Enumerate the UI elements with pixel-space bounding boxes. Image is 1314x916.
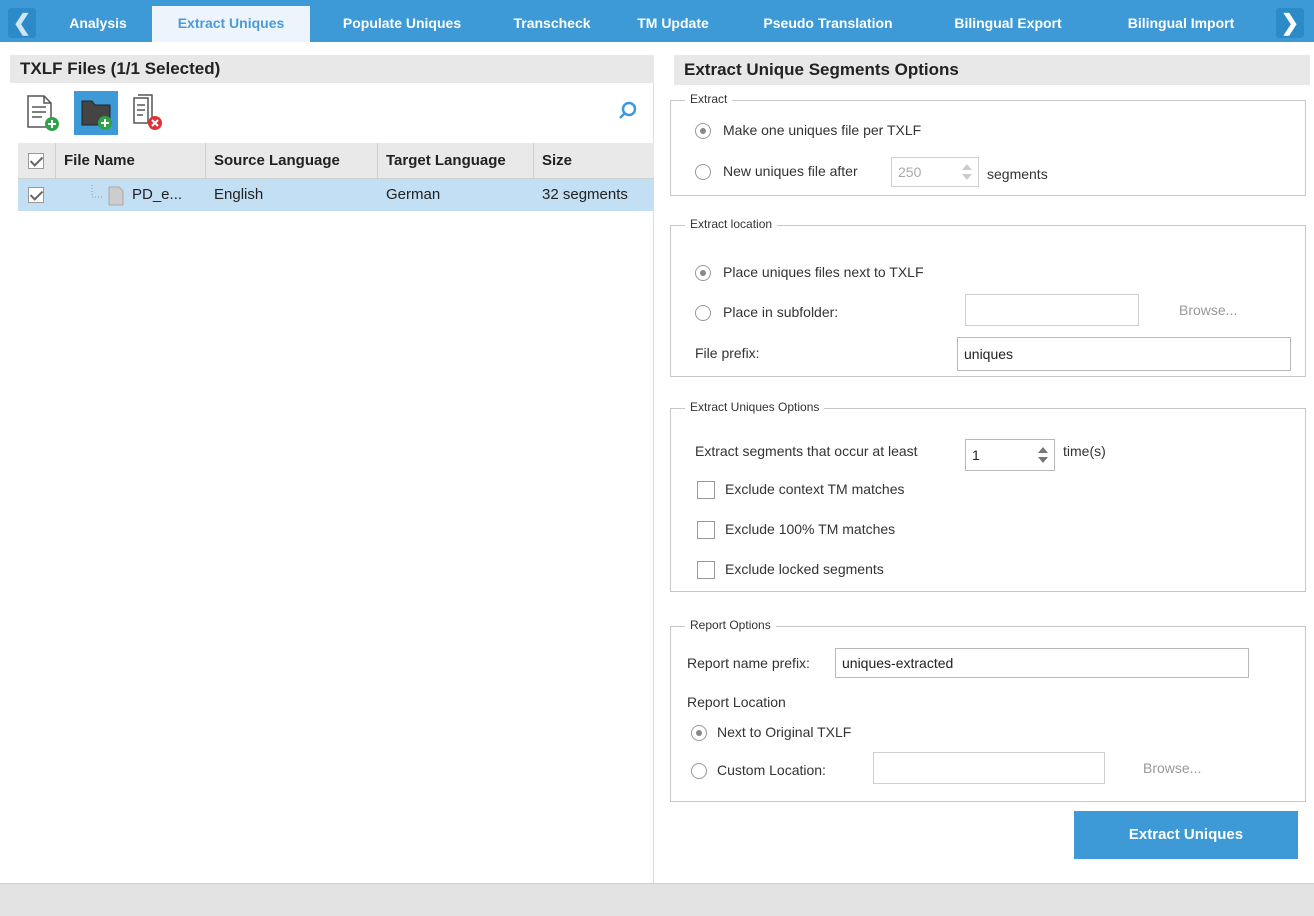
subfolder-browse-button[interactable]: Browse... bbox=[1179, 302, 1237, 318]
tab-analysis[interactable]: Analysis bbox=[46, 6, 150, 42]
add-file-button[interactable] bbox=[22, 91, 66, 135]
chevron-left-icon[interactable]: ❮ bbox=[8, 8, 36, 38]
row-checkbox[interactable] bbox=[28, 187, 44, 203]
spinner-icon[interactable] bbox=[962, 164, 972, 180]
uniques-options-legend: Extract Uniques Options bbox=[685, 400, 825, 414]
tree-line-icon bbox=[90, 179, 104, 211]
column-size[interactable]: Size bbox=[534, 143, 654, 179]
new-after-label: New uniques file after bbox=[723, 163, 858, 179]
tab-pseudo-translation[interactable]: Pseudo Translation bbox=[736, 6, 920, 42]
column-source-language[interactable]: Source Language bbox=[206, 143, 378, 179]
tab-populate-uniques[interactable]: Populate Uniques bbox=[312, 6, 492, 42]
tab-bar: ❮ Analysis Extract Uniques Populate Uniq… bbox=[0, 0, 1314, 42]
exclude-100-checkbox[interactable] bbox=[697, 521, 715, 539]
tab-tm-update[interactable]: TM Update bbox=[620, 6, 726, 42]
uniques-options-group: Extract Uniques Options Extract segments… bbox=[670, 400, 1306, 592]
tab-transcheck[interactable]: Transcheck bbox=[492, 6, 612, 42]
occur-stepper[interactable]: 1 bbox=[965, 439, 1055, 471]
next-to-txlf-radio[interactable] bbox=[695, 265, 711, 281]
report-prefix-label: Report name prefix: bbox=[687, 655, 810, 671]
next-to-original-radio[interactable] bbox=[691, 725, 707, 741]
search-icon bbox=[619, 101, 637, 119]
remove-file-icon bbox=[133, 94, 162, 130]
custom-location-label: Custom Location: bbox=[717, 762, 826, 778]
file-grid-header: File Name Source Language Target Languag… bbox=[18, 143, 654, 179]
segments-unit: segments bbox=[987, 166, 1048, 182]
report-location-label: Report Location bbox=[687, 694, 786, 710]
subfolder-label: Place in subfolder: bbox=[723, 304, 839, 320]
target-language-cell: German bbox=[386, 186, 441, 203]
new-after-radio[interactable] bbox=[695, 164, 711, 180]
next-to-original-label: Next to Original TXLF bbox=[717, 724, 852, 740]
extract-legend: Extract bbox=[685, 92, 733, 106]
source-language-cell: English bbox=[214, 186, 264, 203]
tab-more[interactable]: S bbox=[1268, 6, 1274, 42]
exclude-100-label: Exclude 100% TM matches bbox=[725, 521, 896, 537]
report-options-group: Report Options Report name prefix: uniqu… bbox=[670, 618, 1306, 802]
exclude-context-checkbox[interactable] bbox=[697, 481, 715, 499]
chevron-right-icon[interactable]: ❯ bbox=[1276, 8, 1304, 38]
tab-bilingual-export[interactable]: Bilingual Export bbox=[920, 6, 1096, 42]
segments-value: 250 bbox=[898, 164, 922, 180]
tab-bilingual-import[interactable]: Bilingual Import bbox=[1096, 6, 1266, 42]
file-icon bbox=[108, 179, 126, 211]
size-cell: 32 segments bbox=[542, 186, 628, 203]
tab-strip: Analysis Extract Uniques Populate Unique… bbox=[46, 6, 1274, 42]
select-all-cell bbox=[18, 143, 56, 179]
column-file-name[interactable]: File Name bbox=[56, 143, 206, 179]
status-bar bbox=[0, 883, 1314, 916]
tab-extract-uniques[interactable]: Extract Uniques bbox=[152, 6, 310, 42]
segments-stepper[interactable]: 250 bbox=[891, 157, 979, 187]
occur-value: 1 bbox=[972, 447, 980, 463]
exclude-locked-label: Exclude locked segments bbox=[725, 561, 884, 577]
table-row[interactable]: PD_e... English German 32 segments bbox=[18, 179, 654, 211]
extract-group: Extract Make one uniques file per TXLF N… bbox=[670, 92, 1306, 196]
file-name-cell: PD_e... bbox=[132, 186, 183, 203]
add-folder-button[interactable] bbox=[74, 91, 118, 135]
options-title: Extract Unique Segments Options bbox=[674, 55, 1310, 85]
one-per-txlf-radio[interactable] bbox=[695, 123, 711, 139]
one-per-txlf-label: Make one uniques file per TXLF bbox=[723, 122, 922, 138]
extract-location-group: Extract location Place uniques files nex… bbox=[670, 217, 1306, 377]
file-prefix-input[interactable]: uniques bbox=[957, 337, 1291, 371]
report-browse-button[interactable]: Browse... bbox=[1143, 760, 1201, 776]
extract-location-legend: Extract location bbox=[685, 217, 778, 231]
next-to-txlf-label: Place uniques files next to TXLF bbox=[723, 264, 924, 280]
search-button[interactable] bbox=[616, 99, 640, 123]
extract-uniques-button[interactable]: Extract Uniques bbox=[1074, 811, 1298, 859]
exclude-context-label: Exclude context TM matches bbox=[725, 481, 905, 497]
add-folder-icon bbox=[81, 100, 112, 130]
column-target-language[interactable]: Target Language bbox=[378, 143, 534, 179]
custom-location-radio[interactable] bbox=[691, 763, 707, 779]
occur-unit: time(s) bbox=[1063, 443, 1106, 459]
report-prefix-input[interactable]: uniques-extracted bbox=[835, 648, 1249, 678]
occur-label: Extract segments that occur at least bbox=[695, 443, 918, 459]
subfolder-input[interactable] bbox=[965, 294, 1139, 326]
custom-location-input[interactable] bbox=[873, 752, 1105, 784]
select-all-checkbox[interactable] bbox=[28, 153, 44, 169]
txlf-files-panel: TXLF Files (1/1 Selected) File Name Sour… bbox=[10, 55, 654, 883]
remove-file-button[interactable] bbox=[126, 91, 170, 135]
add-file-icon bbox=[27, 95, 59, 131]
txlf-files-title: TXLF Files (1/1 Selected) bbox=[10, 55, 654, 83]
spinner-icon[interactable] bbox=[1038, 447, 1048, 463]
exclude-locked-checkbox[interactable] bbox=[697, 561, 715, 579]
report-options-legend: Report Options bbox=[685, 618, 776, 632]
subfolder-radio[interactable] bbox=[695, 305, 711, 321]
file-prefix-label: File prefix: bbox=[695, 345, 760, 361]
